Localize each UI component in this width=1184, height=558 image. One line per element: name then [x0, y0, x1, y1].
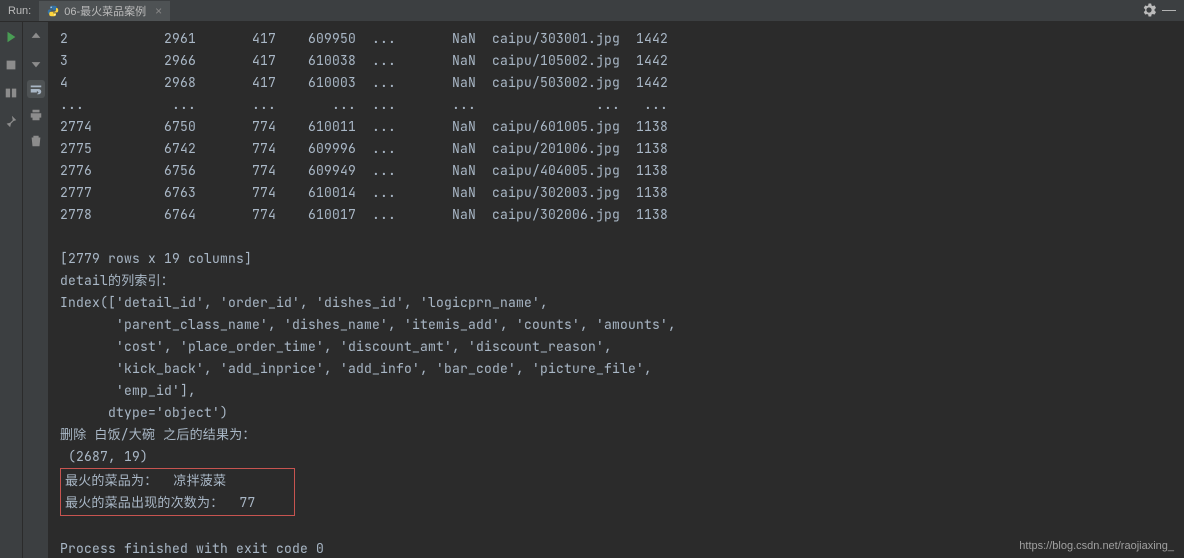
pin-button[interactable]: [2, 112, 20, 130]
minimize-button[interactable]: —: [1162, 1, 1176, 17]
watermark: https://blog.csdn.net/raojiaxing_: [1019, 540, 1174, 552]
stop-button[interactable]: [2, 56, 20, 74]
rerun-button[interactable]: [2, 28, 20, 46]
settings-button[interactable]: [1142, 3, 1156, 22]
highlighted-result: 最火的菜品为： 凉拌菠菜 最火的菜品出现的次数为： 77: [60, 468, 295, 516]
python-file-icon: [47, 5, 59, 17]
soft-wrap-button[interactable]: [27, 80, 45, 98]
run-toolbar: [22, 22, 48, 558]
tab-title: 06-最火菜品案例: [64, 3, 146, 19]
delete-button[interactable]: [27, 132, 45, 150]
print-button[interactable]: [27, 106, 45, 124]
run-tab[interactable]: 06-最火菜品案例 ×: [39, 1, 170, 21]
up-arrow-button[interactable]: [27, 28, 45, 46]
layout-button[interactable]: [2, 84, 20, 102]
close-icon[interactable]: ×: [155, 4, 162, 18]
console-output[interactable]: 2 2961 417 609950 ... NaN caipu/303001.j…: [48, 22, 1184, 558]
run-left-gutter: [0, 22, 22, 558]
run-label: Run:: [0, 5, 39, 17]
run-tab-bar: Run: 06-最火菜品案例 × —: [0, 0, 1184, 22]
down-arrow-button[interactable]: [27, 54, 45, 72]
